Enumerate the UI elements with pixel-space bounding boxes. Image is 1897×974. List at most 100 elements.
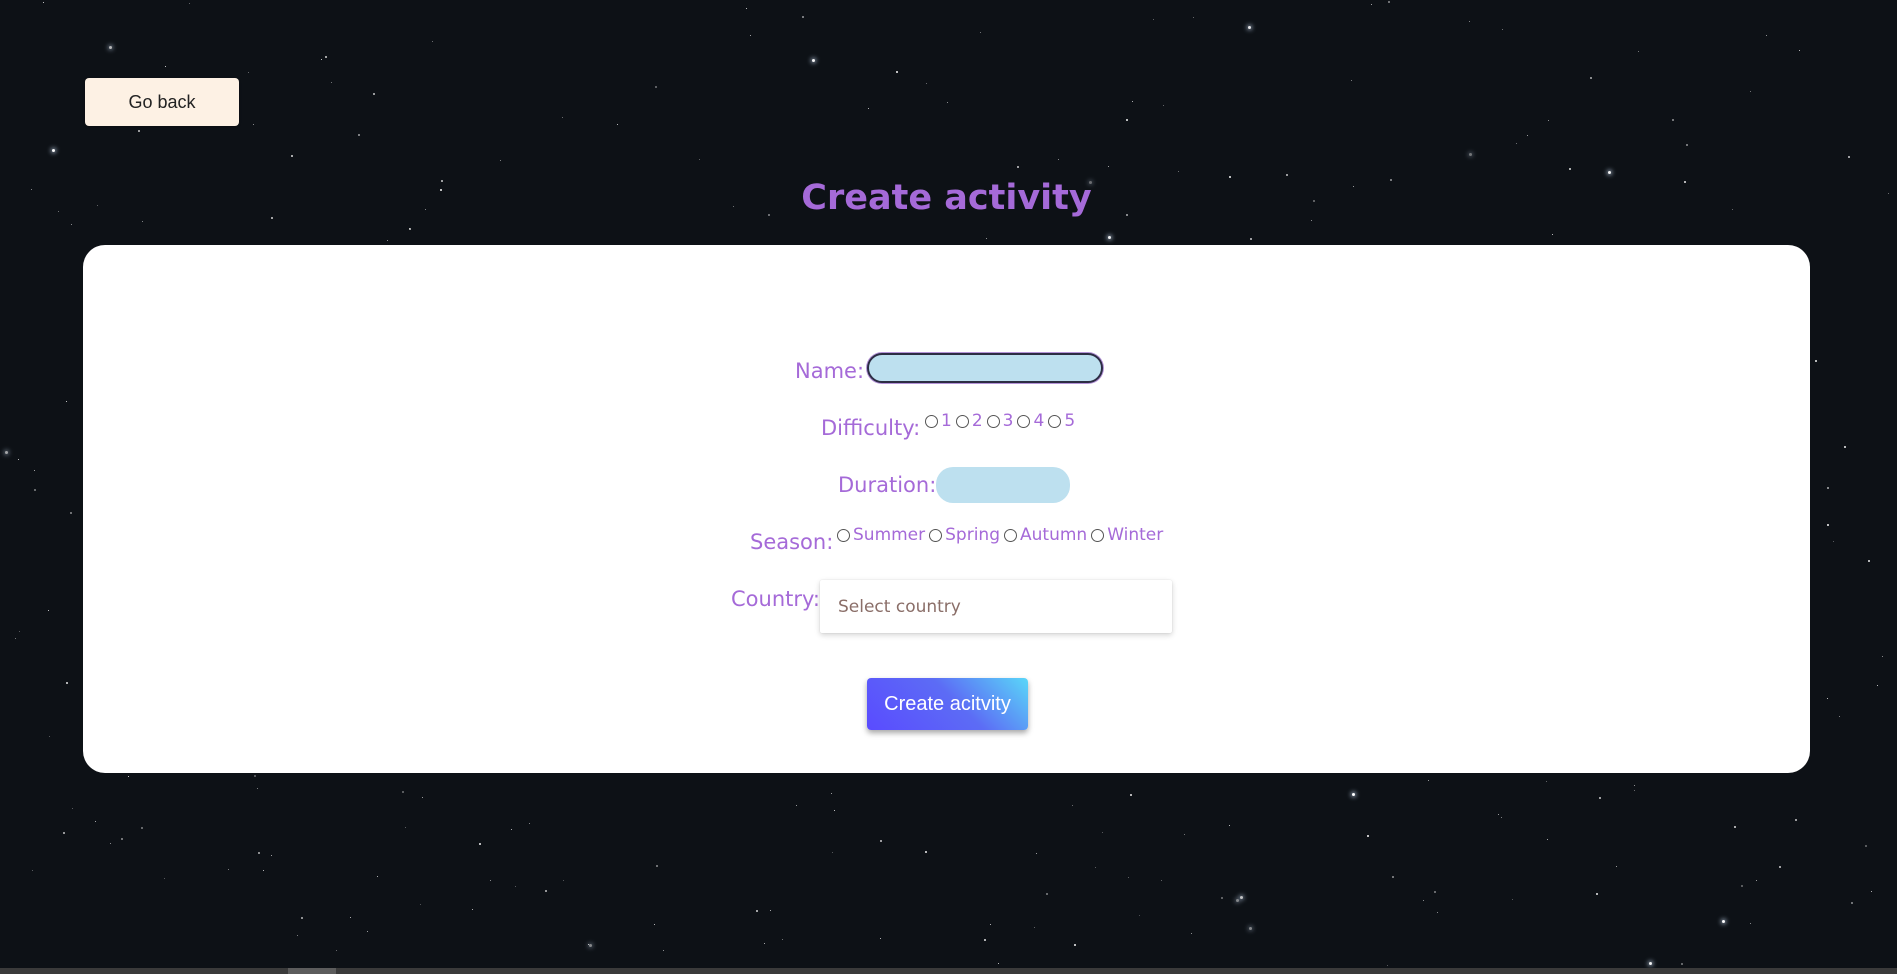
star [1434, 891, 1436, 893]
scrollbar-thumb[interactable] [288, 968, 336, 974]
horizontal-scrollbar[interactable] [0, 968, 1897, 974]
radio-icon [1017, 414, 1031, 428]
star [1161, 880, 1162, 881]
star [796, 805, 797, 806]
country-placeholder: Select country [838, 596, 961, 617]
country-select[interactable]: Select country [820, 580, 1172, 633]
star [1193, 17, 1194, 18]
star [1681, 963, 1683, 965]
page-title: Create activity [801, 178, 1092, 218]
season-option-summer[interactable]: Summer [837, 525, 925, 545]
star [1877, 685, 1878, 686]
star [750, 35, 751, 36]
star [1178, 171, 1179, 172]
season-options: Summer Spring Autumn Winter [837, 525, 1167, 545]
star [1371, 4, 1372, 5]
activity-form-card: Name: Difficulty: 1 2 3 4 5 Duration: Se… [83, 245, 1810, 773]
difficulty-option-3[interactable]: 3 [986, 411, 1014, 431]
star [1130, 794, 1132, 796]
star [1638, 51, 1639, 52]
star [1599, 797, 1601, 799]
star [1388, 1, 1390, 3]
season-option-spring[interactable]: Spring [929, 525, 1000, 545]
star [1236, 899, 1239, 902]
star [70, 512, 72, 514]
star [515, 886, 516, 887]
star [121, 838, 123, 840]
star [271, 855, 272, 856]
star [1163, 105, 1164, 106]
name-input[interactable] [867, 353, 1103, 383]
star [655, 86, 657, 88]
star [529, 823, 530, 824]
star [1392, 876, 1394, 878]
star [1469, 153, 1472, 156]
star [19, 631, 20, 632]
country-label: Country: [731, 587, 820, 611]
star [258, 852, 260, 854]
difficulty-option-label: 3 [1002, 411, 1014, 431]
radio-icon [1091, 528, 1105, 542]
star [656, 865, 658, 867]
difficulty-option-5[interactable]: 5 [1048, 411, 1075, 431]
star [1498, 814, 1499, 815]
star [1095, 867, 1096, 868]
star [545, 890, 547, 892]
create-activity-button[interactable]: Create acitvity [867, 678, 1028, 730]
difficulty-option-2[interactable]: 2 [955, 411, 983, 431]
go-back-button[interactable]: Go back [85, 78, 239, 126]
radio-icon [837, 528, 850, 542]
star [770, 910, 771, 911]
star [420, 904, 421, 905]
season-option-autumn[interactable]: Autumn [1004, 525, 1087, 545]
star [72, 808, 73, 809]
star [336, 950, 337, 951]
star [128, 776, 129, 777]
star [1833, 541, 1834, 542]
star [1017, 166, 1019, 168]
star [1184, 834, 1185, 835]
season-option-label: Winter [1107, 525, 1164, 545]
star [1428, 780, 1429, 781]
duration-input[interactable] [936, 467, 1070, 503]
difficulty-option-4[interactable]: 4 [1017, 411, 1044, 431]
star [479, 843, 481, 845]
star [15, 638, 16, 639]
star [1502, 29, 1503, 30]
star [253, 124, 254, 125]
difficulty-option-1[interactable]: 1 [925, 411, 952, 431]
star [1799, 50, 1800, 51]
star [802, 16, 804, 18]
star [1851, 902, 1853, 904]
star [358, 134, 360, 136]
season-option-winter[interactable]: Winter [1091, 525, 1163, 545]
star [1516, 143, 1517, 144]
star [1423, 900, 1424, 901]
star [1367, 835, 1369, 837]
star [896, 71, 898, 73]
star [880, 938, 881, 939]
star [990, 924, 991, 925]
star [1871, 891, 1872, 892]
season-option-label: Summer [853, 525, 926, 545]
star [490, 880, 491, 881]
star [63, 832, 65, 834]
star [109, 46, 112, 49]
difficulty-option-label: 4 [1033, 411, 1045, 431]
star [1058, 159, 1059, 160]
star [1437, 912, 1438, 913]
star [1229, 825, 1230, 826]
difficulty-option-label: 1 [941, 411, 952, 431]
star [387, 240, 388, 241]
star [367, 931, 368, 932]
star [1527, 135, 1528, 136]
season-option-label: Autumn [1020, 525, 1088, 545]
star [947, 102, 948, 103]
star [1686, 144, 1688, 146]
radio-icon [1004, 528, 1018, 542]
star [1722, 920, 1725, 923]
star [1827, 698, 1828, 699]
star [1153, 19, 1154, 20]
star [297, 935, 298, 936]
star [1750, 91, 1751, 92]
